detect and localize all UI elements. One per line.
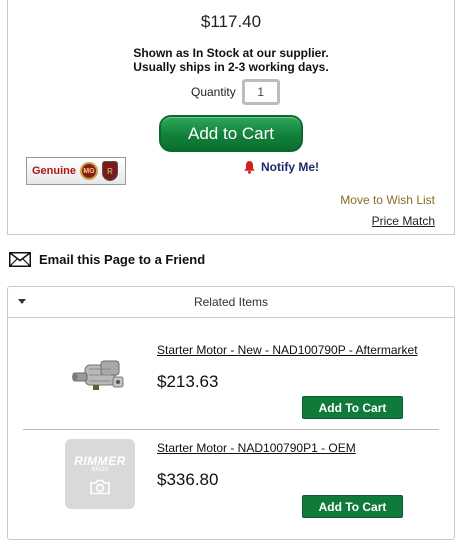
related-item-title[interactable]: Starter Motor - NAD100790P1 - OEM <box>157 441 356 455</box>
stock-line-2: Usually ships in 2-3 working days. <box>133 60 329 74</box>
add-to-cart-button[interactable]: Add To Cart <box>302 495 403 518</box>
stock-line-1: Shown as In Stock at our supplier. <box>133 46 329 60</box>
notify-me-link[interactable]: Notify Me! <box>243 160 319 174</box>
related-item-title[interactable]: Starter Motor - New - NAD100790P - After… <box>157 343 418 357</box>
related-item-price: $213.63 <box>157 372 219 391</box>
notify-me-label: Notify Me! <box>261 160 319 174</box>
related-item: Starter Motor - New - NAD100790P - After… <box>8 319 456 419</box>
quantity-row: Quantity <box>191 79 280 105</box>
related-items-header[interactable]: Related Items <box>8 287 454 318</box>
quantity-input[interactable] <box>241 79 280 105</box>
starter-motor-image[interactable] <box>65 341 135 411</box>
add-to-cart-button[interactable]: Add to Cart <box>159 115 303 152</box>
related-item: RIMMER BROS Starter Motor - NAD100790P1 … <box>8 429 456 529</box>
camera-icon <box>90 479 110 494</box>
rimmer-logo-subtext: BROS <box>91 466 109 473</box>
stock-status: Shown as In Stock at our supplier. Usual… <box>8 46 454 74</box>
email-friend-label: Email this Page to a Friend <box>39 252 206 267</box>
genuine-parts-badge: Genuine MG R <box>26 157 126 185</box>
caret-down-icon[interactable] <box>18 299 26 304</box>
related-items-panel: Related Items Starter Motor - New - NAD1… <box>7 286 455 540</box>
bell-icon <box>244 161 255 174</box>
product-price: $117.40 <box>200 12 262 31</box>
move-to-wishlist-link[interactable]: Move to Wish List <box>340 193 435 207</box>
mail-icon <box>9 252 31 267</box>
price-match-link[interactable]: Price Match <box>372 214 435 228</box>
email-friend-link[interactable]: Email this Page to a Friend <box>9 252 205 267</box>
quantity-label: Quantity <box>191 85 236 99</box>
rover-logo: R <box>102 161 119 181</box>
rimmer-logo-text: RIMMER <box>74 453 126 468</box>
genuine-label: Genuine <box>32 165 77 177</box>
buy-box: $117.40 Shown as In Stock at our supplie… <box>7 0 455 235</box>
rimmer-placeholder-image[interactable]: RIMMER BROS <box>65 439 135 509</box>
mg-logo: MG <box>80 162 99 180</box>
related-items-title: Related Items <box>193 295 269 309</box>
add-to-cart-button[interactable]: Add To Cart <box>302 396 403 419</box>
related-item-price: $336.80 <box>157 470 219 489</box>
